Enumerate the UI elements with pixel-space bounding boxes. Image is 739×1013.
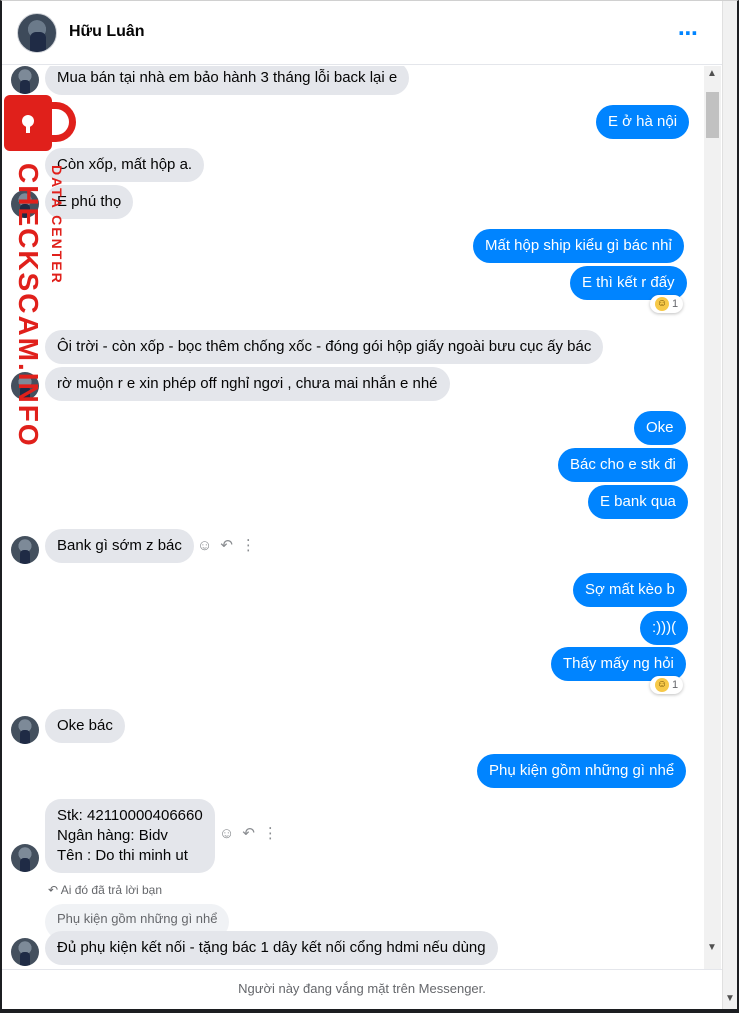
presence-status: Người này đang vắng mặt trên Messenger. <box>2 969 722 1009</box>
message-incoming[interactable]: Còn xốp, mất hộp a. <box>45 148 205 182</box>
message-incoming[interactable]: Mua bán tại nhà em bảo hành 3 tháng lỗi … <box>45 66 410 95</box>
message-outgoing[interactable]: Phụ kiện gồm những gì nhể <box>477 754 687 788</box>
bank-name-line: Ngân hàng: Bidv <box>57 827 168 844</box>
message-outgoing[interactable]: Sợ mất kèo b <box>573 573 687 607</box>
reaction-count: 1 <box>672 298 679 310</box>
message-list: Mua bán tại nhà em bảo hành 3 tháng lỗi … <box>2 66 704 969</box>
contact-avatar-small[interactable] <box>11 190 39 218</box>
scroll-down-icon[interactable]: ▼ <box>707 942 717 953</box>
contact-avatar-small[interactable] <box>11 844 39 872</box>
message-incoming-multiline[interactable]: Stk: 42110000406660 Ngân hàng: Bidv Tên … <box>45 799 215 873</box>
reply-icon[interactable]: ↶ <box>220 536 233 554</box>
message-outgoing[interactable]: E ở hà nội <box>596 105 690 139</box>
scroll-thumb[interactable] <box>706 92 719 138</box>
contact-name[interactable]: Hữu Luân <box>69 23 145 41</box>
contact-avatar-small[interactable] <box>11 716 39 744</box>
chat-header: Hữu Luân ⋯ <box>2 1 722 65</box>
contact-avatar[interactable] <box>17 13 57 53</box>
message-incoming[interactable]: E phú thọ <box>45 185 134 219</box>
message-actions: ☺ ↶ ⋮ <box>197 536 264 554</box>
reply-note-text: Ai đó đã trả lời bạn <box>60 883 162 897</box>
page-scrollbar[interactable]: ▼ <box>722 1 737 1013</box>
message-incoming[interactable]: rờ muộn r e xin phép off nghỉ ngơi , chư… <box>45 367 450 401</box>
chat-scrollbar[interactable]: ▲ ▼ <box>704 66 721 969</box>
react-smiley-icon[interactable]: ☺ <box>219 825 234 842</box>
laughing-emoji-icon: ☺ <box>655 678 669 693</box>
message-incoming[interactable]: Bank gì sớm z bác <box>45 529 194 563</box>
scroll-up-icon[interactable]: ▲ <box>707 68 717 79</box>
contact-avatar-small[interactable] <box>11 372 39 400</box>
reply-indicator: ↶ Ai đó đã trả lời bạn <box>48 883 162 897</box>
reaction-badge[interactable]: ☺ 1 <box>650 676 684 694</box>
page-scroll-down-icon[interactable]: ▼ <box>725 993 735 1004</box>
contact-avatar-small[interactable] <box>11 66 39 94</box>
message-outgoing[interactable]: Bác cho e stk đi <box>558 448 688 482</box>
message-outgoing[interactable]: Oke <box>634 411 686 445</box>
window-bottom-border <box>0 1009 739 1013</box>
message-incoming[interactable]: Oke bác <box>45 709 125 743</box>
message-outgoing[interactable]: Mất hộp ship kiểu gì bác nhỉ <box>473 229 684 263</box>
react-smiley-icon[interactable]: ☺ <box>197 537 212 554</box>
contact-avatar-small[interactable] <box>11 938 39 966</box>
reaction-badge[interactable]: ☺ 1 <box>650 295 684 313</box>
message-incoming[interactable]: Ôi trời - còn xốp - bọc thêm chống xốc -… <box>45 330 604 364</box>
message-incoming[interactable]: Đủ phụ kiện kết nối - tặng bác 1 dây kết… <box>45 931 498 965</box>
more-vertical-icon[interactable]: ⋮ <box>241 536 256 554</box>
message-outgoing[interactable]: :)))( <box>640 611 689 645</box>
account-number-line: Stk: 42110000406660 <box>57 807 203 824</box>
laughing-emoji-icon: ☺ <box>655 297 669 312</box>
account-holder-line: Tên : Do thi minh ut <box>57 847 188 864</box>
reply-arrow-icon: ↶ <box>48 883 61 897</box>
reaction-count: 1 <box>672 679 679 691</box>
message-outgoing[interactable]: E bank qua <box>588 485 688 519</box>
reply-icon[interactable]: ↶ <box>242 824 255 842</box>
more-options-icon[interactable]: ⋯ <box>678 21 699 46</box>
message-actions: ☺ ↶ ⋮ <box>219 824 286 842</box>
contact-avatar-small[interactable] <box>11 536 39 564</box>
more-vertical-icon[interactable]: ⋮ <box>263 824 278 842</box>
